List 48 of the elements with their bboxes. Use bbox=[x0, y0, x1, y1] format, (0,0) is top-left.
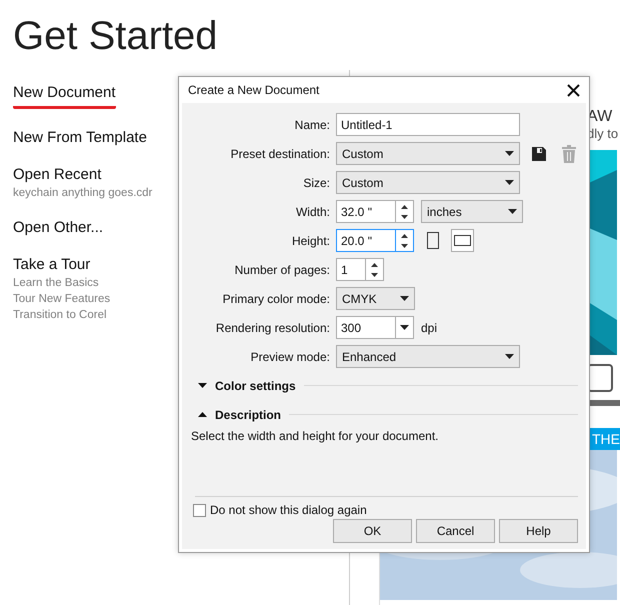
field-label: Preset destination: bbox=[230, 146, 330, 160]
dialog-button[interactable]: OK bbox=[333, 519, 412, 543]
field-label: Primary color mode: bbox=[222, 292, 330, 306]
field-label: Preview mode: bbox=[250, 350, 330, 364]
collapse-caret-icon bbox=[198, 412, 207, 417]
dropdown[interactable]: Enhanced bbox=[336, 345, 520, 368]
combo-field[interactable]: 300 bbox=[336, 316, 414, 339]
caret-icon bbox=[400, 296, 409, 301]
field-label: Rendering resolution: bbox=[214, 320, 330, 334]
landscape-icon[interactable] bbox=[451, 229, 474, 252]
caret-icon bbox=[505, 180, 514, 185]
dialog-button[interactable]: Cancel bbox=[416, 519, 495, 543]
nav-link[interactable]: New Document bbox=[13, 84, 116, 109]
nav-sublink[interactable]: Learn the Basics bbox=[13, 277, 99, 289]
unit-dropdown[interactable]: inches bbox=[421, 200, 523, 223]
nav-link[interactable]: Open Other... bbox=[13, 219, 104, 236]
section-header[interactable]: Color settings bbox=[189, 371, 578, 400]
dialog-button[interactable]: Help bbox=[499, 519, 578, 543]
nav-link[interactable]: New From Template bbox=[13, 129, 147, 146]
spin-field[interactable]: 32.0 " bbox=[336, 200, 414, 223]
nav-sublink[interactable]: keychain anything goes.cdr bbox=[13, 187, 152, 199]
field-label: Height: bbox=[290, 234, 330, 248]
dropdown[interactable]: Custom bbox=[336, 171, 520, 194]
dropdown[interactable]: CMYK bbox=[336, 287, 415, 310]
spin-field[interactable]: 1 bbox=[336, 258, 384, 281]
caret-icon bbox=[400, 325, 409, 330]
caret-icon bbox=[508, 209, 517, 214]
spin-arrows-icon bbox=[401, 204, 408, 220]
unit-label: dpi bbox=[421, 320, 438, 334]
nav-sublink[interactable]: Transition to Corel bbox=[13, 309, 107, 321]
page-title: Get Started bbox=[12, 13, 219, 60]
nav-link[interactable]: Take a Tour bbox=[13, 256, 90, 273]
field-label: Width: bbox=[294, 204, 330, 218]
name-field[interactable]: Untitled-1 bbox=[336, 113, 520, 136]
field-label: Name: bbox=[294, 118, 330, 132]
dont-show-checkbox[interactable]: Do not show this dialog again bbox=[189, 497, 367, 517]
spin-arrows-icon bbox=[401, 232, 408, 248]
spin-arrows-icon bbox=[371, 262, 378, 278]
section-header[interactable]: Description bbox=[189, 400, 578, 429]
field-label: Number of pages: bbox=[234, 262, 330, 276]
spin-field[interactable]: 20.0 " bbox=[336, 229, 414, 252]
dropdown[interactable]: Custom bbox=[336, 142, 520, 165]
caret-icon bbox=[505, 151, 514, 156]
nav-link[interactable]: Open Recent bbox=[13, 166, 102, 183]
nav-sublink[interactable]: Tour New Features bbox=[13, 293, 110, 305]
dialog-title: Create a New Document bbox=[188, 83, 320, 97]
expand-caret-icon bbox=[198, 383, 207, 388]
field-label: Size: bbox=[302, 176, 330, 190]
